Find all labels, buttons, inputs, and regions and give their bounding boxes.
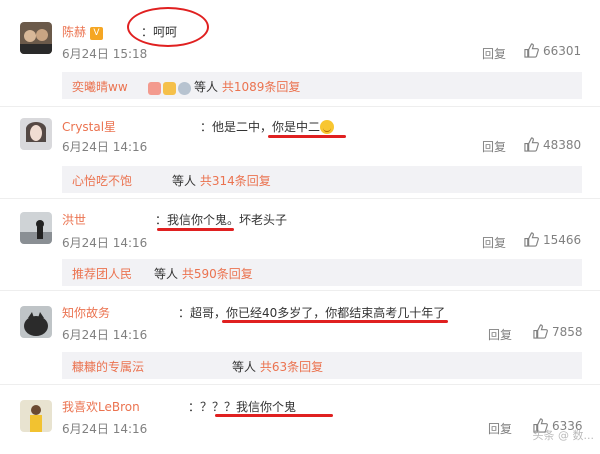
like-button[interactable]: 48380 bbox=[524, 137, 581, 152]
timestamp: 6月24日 14:16 bbox=[62, 422, 148, 436]
avatar[interactable] bbox=[20, 118, 52, 150]
comment-item: 陈赫 V ：呵呵 6月24日 15:18 回复 66301 奕曦晴ww 等人 共1… bbox=[0, 8, 600, 99]
comment-item: 知你故务 ：超哥，你已经40多岁了，你都结束高考几十年了 6月24日 14:16… bbox=[0, 290, 600, 379]
like-count: 7858 bbox=[552, 324, 583, 339]
sub-reply-bar[interactable]: 心怡吃不饱 等人 共314条回复 bbox=[62, 166, 582, 193]
sub-reply-summary[interactable]: 等人 共314条回复 bbox=[172, 172, 271, 189]
watermark: 头条 @ 数... bbox=[532, 429, 594, 442]
thumbs-up-icon bbox=[524, 137, 539, 152]
comment-text: ：超哥，你已经40多岁了，你都结束高考几十年了 bbox=[178, 306, 446, 320]
vip-badge-icon: V bbox=[90, 27, 104, 40]
thumbs-up-icon bbox=[524, 232, 539, 247]
username[interactable]: Crystal星 bbox=[62, 118, 116, 135]
timestamp: 6月24日 14:16 bbox=[62, 328, 148, 342]
like-button[interactable]: 15466 bbox=[524, 232, 581, 247]
comment-text: ：他是二中，你是中二 bbox=[200, 118, 335, 135]
like-button[interactable]: 7858 bbox=[533, 324, 583, 339]
reply-button[interactable]: 回复 bbox=[488, 420, 512, 437]
like-count: 15466 bbox=[543, 232, 582, 247]
sub-reply-bar[interactable]: 推荐团人民 等人 共590条回复 bbox=[62, 259, 582, 286]
reply-button[interactable]: 回复 bbox=[482, 138, 506, 155]
comment-text: ：我信你个鬼。坏老头子 bbox=[155, 213, 288, 227]
sub-reply-summary[interactable]: 等人 共590条回复 bbox=[154, 265, 253, 282]
sub-reply-user[interactable]: 心怡吃不饱 bbox=[72, 172, 132, 189]
like-button[interactable]: 66301 bbox=[524, 43, 581, 58]
sub-reply-bar[interactable]: 奕曦晴ww 等人 共1089条回复 bbox=[62, 72, 582, 99]
reply-button[interactable]: 回复 bbox=[488, 326, 512, 343]
laughing-emoji-icon bbox=[320, 120, 335, 134]
reply-button[interactable]: 回复 bbox=[482, 45, 506, 62]
like-count: 66301 bbox=[543, 43, 582, 58]
badge-group bbox=[146, 78, 191, 97]
avatar[interactable] bbox=[20, 306, 52, 338]
sub-reply-bar[interactable]: 糠糠的专属沄 等人 共63条回复 bbox=[62, 352, 582, 379]
badge-icon bbox=[148, 82, 161, 95]
annotation-underline bbox=[215, 414, 333, 417]
comment-item: Crystal星 ：他是二中，你是中二 6月24日 14:16 回复 48380… bbox=[0, 106, 600, 193]
comment-item: 我喜欢LeBron ：？？？我信你个鬼 6月24日 14:16 回复 6336 bbox=[0, 384, 600, 454]
annotation-circle bbox=[127, 7, 209, 47]
thumbs-up-icon bbox=[524, 43, 539, 58]
badge-icon bbox=[163, 82, 176, 95]
username[interactable]: 我喜欢LeBron bbox=[62, 398, 140, 415]
sub-reply-summary[interactable]: 等人 共63条回复 bbox=[232, 358, 323, 375]
username[interactable]: 陈赫 V bbox=[62, 23, 104, 40]
annotation-underline bbox=[157, 228, 234, 231]
comment-item: 洪世 ：我信你个鬼。坏老头子 6月24日 14:16 回复 15466 推荐团人… bbox=[0, 198, 600, 286]
like-count: 48380 bbox=[543, 137, 582, 152]
reply-button[interactable]: 回复 bbox=[482, 234, 506, 251]
timestamp: 6月24日 14:16 bbox=[62, 236, 148, 250]
annotation-underline bbox=[268, 135, 346, 138]
sub-reply-user[interactable]: 推荐团人民 bbox=[72, 265, 132, 282]
thumbs-up-icon bbox=[533, 324, 548, 339]
badge-icon bbox=[178, 82, 191, 95]
username[interactable]: 知你故务 bbox=[62, 304, 110, 321]
sub-reply-summary[interactable]: 等人 共1089条回复 bbox=[194, 78, 300, 95]
timestamp: 6月24日 15:18 bbox=[62, 47, 148, 61]
annotation-underline bbox=[222, 320, 448, 323]
avatar[interactable] bbox=[20, 22, 52, 54]
sub-reply-user[interactable]: 奕曦晴ww bbox=[72, 78, 128, 95]
avatar[interactable] bbox=[20, 212, 52, 244]
sub-reply-user[interactable]: 糠糠的专属沄 bbox=[72, 358, 144, 375]
timestamp: 6月24日 14:16 bbox=[62, 140, 148, 154]
avatar[interactable] bbox=[20, 400, 52, 432]
comment-text: ：？？？我信你个鬼 bbox=[188, 400, 297, 414]
username[interactable]: 洪世 bbox=[62, 211, 86, 228]
